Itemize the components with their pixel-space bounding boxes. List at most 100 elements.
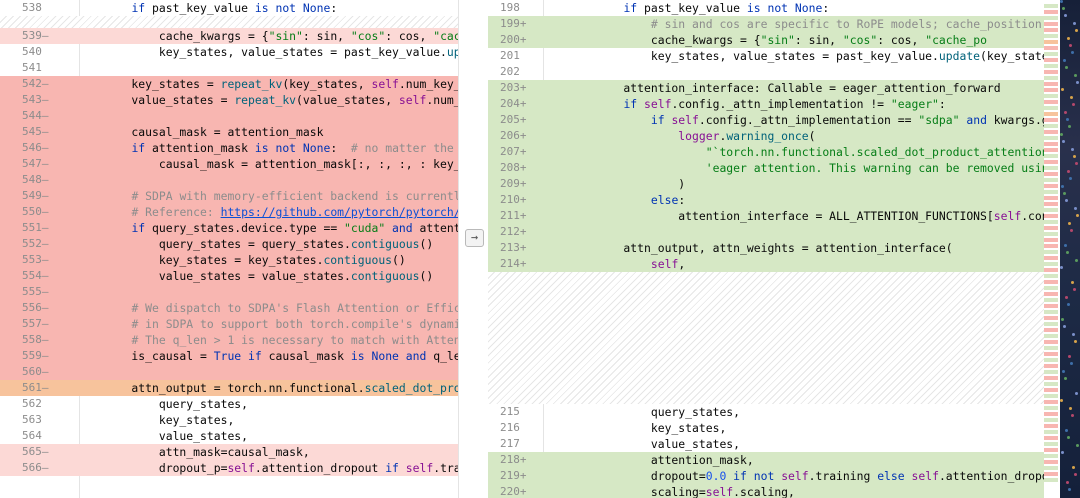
change-marker[interactable] — [1044, 226, 1058, 230]
diff-line[interactable]: 215 query_states, — [488, 404, 1044, 420]
change-marker[interactable] — [1044, 436, 1058, 440]
diff-line[interactable]: 203+ attention_interface: Callable = eag… — [488, 80, 1044, 96]
change-marker[interactable] — [1044, 340, 1058, 344]
change-marker[interactable] — [1044, 196, 1058, 200]
change-marker[interactable] — [1044, 58, 1058, 62]
diff-line[interactable]: 546— if attention_mask is not None: # no… — [0, 140, 458, 156]
change-marker[interactable] — [1044, 202, 1058, 206]
diff-line[interactable]: 207+ "`torch.nn.functional.scaled_dot_pr… — [488, 144, 1044, 160]
change-marker[interactable] — [1044, 406, 1058, 410]
change-marker[interactable] — [1044, 430, 1058, 434]
diff-line[interactable]: 204+ if self.config._attn_implementation… — [488, 96, 1044, 112]
diff-line[interactable]: 211+ attention_interface = ALL_ATTENTION… — [488, 208, 1044, 224]
change-marker[interactable] — [1044, 370, 1058, 374]
diff-line[interactable]: 210+ else: — [488, 192, 1044, 208]
change-marker[interactable] — [1044, 412, 1058, 416]
diff-line[interactable]: 216 key_states, — [488, 420, 1044, 436]
change-markers-scrollbar[interactable] — [1044, 0, 1060, 498]
diff-line[interactable]: 542— key_states = repeat_kv(key_states, … — [0, 76, 458, 92]
change-marker[interactable] — [1044, 130, 1058, 134]
diff-line[interactable]: 218+ attention_mask, — [488, 452, 1044, 468]
diff-line[interactable]: 539— cache_kwargs = {"sin": sin, "cos": … — [0, 28, 458, 44]
diff-line[interactable]: 544— — [0, 108, 458, 124]
diff-line[interactable]: 564 value_states, — [0, 428, 458, 444]
change-marker[interactable] — [1044, 394, 1058, 398]
change-marker[interactable] — [1044, 310, 1058, 314]
change-marker[interactable] — [1044, 466, 1058, 470]
change-marker[interactable] — [1044, 472, 1058, 476]
diff-line[interactable]: 560— — [0, 364, 458, 380]
change-marker[interactable] — [1044, 52, 1058, 56]
diff-line[interactable]: 209+ ) — [488, 176, 1044, 192]
diff-line[interactable]: 563 key_states, — [0, 412, 458, 428]
change-marker[interactable] — [1044, 454, 1058, 458]
diff-line[interactable]: 557— # in SDPA to support both torch.com… — [0, 316, 458, 332]
diff-line[interactable]: 547— causal_mask = attention_mask[:, :, … — [0, 156, 458, 172]
change-marker[interactable] — [1044, 442, 1058, 446]
diff-line[interactable]: 213+ attn_output, attn_weights = attenti… — [488, 240, 1044, 256]
change-marker[interactable] — [1044, 280, 1058, 284]
change-marker[interactable] — [1044, 82, 1058, 86]
change-marker[interactable] — [1044, 148, 1058, 152]
change-marker[interactable] — [1044, 94, 1058, 98]
change-marker[interactable] — [1044, 448, 1058, 452]
change-marker[interactable] — [1044, 388, 1058, 392]
diff-line[interactable]: 550— # Reference: https://github.com/pyt… — [0, 204, 458, 220]
change-marker[interactable] — [1044, 244, 1058, 248]
change-marker[interactable] — [1044, 10, 1058, 14]
change-marker[interactable] — [1044, 292, 1058, 296]
diff-line[interactable]: 200+ cache_kwargs = {"sin": sin, "cos": … — [488, 32, 1044, 48]
diff-line[interactable]: 565— attn_mask=causal_mask, — [0, 444, 458, 460]
diff-line[interactable]: 219+ dropout=0.0 if not self.training el… — [488, 468, 1044, 484]
change-marker[interactable] — [1044, 88, 1058, 92]
diff-line[interactable]: 214+ self, — [488, 256, 1044, 272]
diff-line[interactable]: 553— key_states = key_states.contiguous(… — [0, 252, 458, 268]
diff-line[interactable]: 220+ scaling=self.scaling, — [488, 484, 1044, 498]
diff-line[interactable]: 555— — [0, 284, 458, 300]
change-marker[interactable] — [1044, 64, 1058, 68]
change-marker[interactable] — [1044, 100, 1058, 104]
left-diff-pane[interactable]: 538 if past_key_value is not None: 539— c… — [0, 0, 458, 498]
diff-line[interactable]: 201 key_states, value_states = past_key_… — [488, 48, 1044, 64]
diff-line[interactable]: 562 query_states, — [0, 396, 458, 412]
diff-line[interactable]: 566— dropout_p=self.attention_dropout if… — [0, 460, 458, 476]
change-marker[interactable] — [1044, 136, 1058, 140]
change-marker[interactable] — [1044, 238, 1058, 242]
change-marker[interactable] — [1044, 232, 1058, 236]
diff-line[interactable]: 561— attn_output = torch.nn.functional.s… — [0, 380, 458, 396]
change-marker[interactable] — [1044, 298, 1058, 302]
diff-line[interactable]: 558— # The q_len > 1 is necessary to mat… — [0, 332, 458, 348]
change-marker[interactable] — [1044, 124, 1058, 128]
change-marker[interactable] — [1044, 76, 1058, 80]
change-marker[interactable] — [1044, 322, 1058, 326]
change-marker[interactable] — [1044, 478, 1058, 482]
diff-line[interactable]: 552— query_states = query_states.contigu… — [0, 236, 458, 252]
change-marker[interactable] — [1044, 70, 1058, 74]
change-marker[interactable] — [1044, 34, 1058, 38]
change-marker[interactable] — [1044, 154, 1058, 158]
change-marker[interactable] — [1044, 316, 1058, 320]
change-marker[interactable] — [1044, 220, 1058, 224]
change-marker[interactable] — [1044, 400, 1058, 404]
diff-line[interactable]: 543— value_states = repeat_kv(value_stat… — [0, 92, 458, 108]
diff-line[interactable]: 549— # SDPA with memory-efficient backen… — [0, 188, 458, 204]
change-marker[interactable] — [1044, 160, 1058, 164]
diff-line[interactable]: 212+ — [488, 224, 1044, 240]
change-marker[interactable] — [1044, 418, 1058, 422]
change-marker[interactable] — [1044, 16, 1058, 20]
diff-line[interactable]: 208+ 'eager attention. This warning can … — [488, 160, 1044, 176]
diff-line[interactable]: 199+ # sin and cos are specific to RoPE … — [488, 16, 1044, 32]
change-marker[interactable] — [1044, 106, 1058, 110]
diff-line[interactable]: 540 key_states, value_states = past_key_… — [0, 44, 458, 60]
diff-line[interactable]: 202 — [488, 64, 1044, 80]
change-marker[interactable] — [1044, 46, 1058, 50]
change-marker[interactable] — [1044, 250, 1058, 254]
change-marker[interactable] — [1044, 22, 1058, 26]
change-marker[interactable] — [1044, 376, 1058, 380]
change-marker[interactable] — [1044, 184, 1058, 188]
diff-line[interactable]: 205+ if self.config._attn_implementation… — [488, 112, 1044, 128]
change-marker[interactable] — [1044, 166, 1058, 170]
diff-line[interactable]: 556— # We dispatch to SDPA's Flash Atten… — [0, 300, 458, 316]
change-marker[interactable] — [1044, 304, 1058, 308]
change-marker[interactable] — [1044, 208, 1058, 212]
